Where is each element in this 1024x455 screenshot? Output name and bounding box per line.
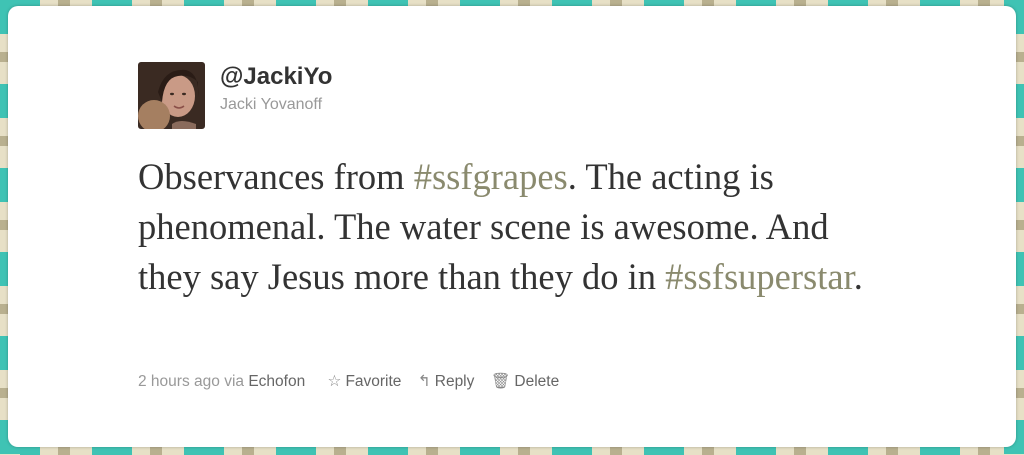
reply-arrow-icon: ↰ [417,373,431,390]
trash-icon: 🗑 [490,373,511,390]
star-outline-icon: ☆ [327,373,342,390]
user-full-name[interactable]: Jacki Yovanoff [220,96,322,114]
user-handle[interactable]: @JackiYo [220,63,332,91]
timestamp[interactable]: 2 hours ago [138,373,220,390]
profile-photo-icon [138,62,205,129]
tweet-meta: 2 hours ago via Echofon ☆ Favorite ↰ Reply… [138,372,571,391]
delete-label: Delete [514,373,560,390]
via-label: via [224,373,245,390]
favorite-button[interactable]: ☆ Favorite [328,372,402,391]
tweet-card: @JackiYo Jacki Yovanoff Observances from… [8,6,1016,447]
avatar[interactable] [138,62,205,129]
delete-button[interactable]: 🗑 Delete [491,372,560,391]
hashtag-link[interactable]: #ssfsuperstar [665,256,854,297]
reply-button[interactable]: ↰ Reply [418,372,475,391]
tweet-text-part: . [853,256,863,297]
reply-label: Reply [434,373,475,390]
tweet-actions: ☆ Favorite ↰ Reply 🗑 Delete [328,372,572,391]
favorite-label: Favorite [345,373,402,390]
tweet-text-part: Observances from [138,156,414,197]
hashtag-link[interactable]: #ssfgrapes [414,156,568,197]
source-app-link[interactable]: Echofon [248,373,305,390]
tweet-text: Observances from #ssfgrapes. The acting … [138,152,898,302]
